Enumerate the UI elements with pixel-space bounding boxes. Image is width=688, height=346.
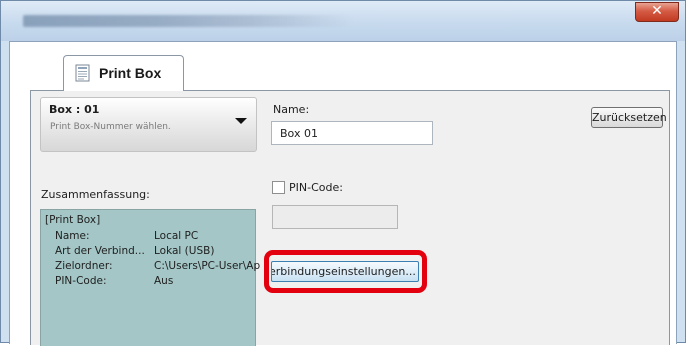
settings-panel: Box : 01 Print Box-Nummer wählen. Name: … bbox=[30, 90, 670, 346]
title-bar[interactable]: ✕ bbox=[1, 1, 685, 41]
dropdown-arrow-icon[interactable] bbox=[235, 118, 247, 124]
client-area: Print Box Box : 01 Print Box-Nummer wähl… bbox=[9, 41, 677, 346]
print-box-icon bbox=[75, 64, 90, 82]
box-number-hint: Print Box-Nummer wählen. bbox=[50, 122, 171, 132]
pin-code-input[interactable] bbox=[272, 205, 398, 229]
box-number-value: Box : 01 bbox=[49, 103, 100, 116]
summary-row-value: Local PC bbox=[154, 230, 199, 242]
name-label: Name: bbox=[273, 103, 310, 116]
summary-row-value: Lokal (USB) bbox=[154, 245, 215, 257]
reset-button[interactable]: Zurücksetzen bbox=[591, 107, 667, 128]
blurred-title bbox=[23, 15, 353, 27]
close-button[interactable]: ✕ bbox=[635, 2, 679, 22]
summary-row-key: Name: bbox=[55, 230, 90, 242]
summary-row-key: Zielordner: bbox=[55, 260, 113, 272]
pin-code-label[interactable]: PIN-Code: bbox=[289, 181, 343, 194]
summary-row-key: PIN-Code: bbox=[55, 275, 107, 287]
summary-row-value: C:\Users\PC-User\Ap bbox=[154, 260, 261, 272]
close-icon[interactable]: ✕ bbox=[651, 3, 663, 19]
tab-label: Print Box bbox=[99, 65, 162, 81]
dialog-window: ✕ Print Box Box : 01 Print Box-Nummer wä… bbox=[0, 0, 686, 346]
summary-label: Zusammenfassung: bbox=[41, 188, 150, 201]
highlight-annotation bbox=[264, 250, 427, 293]
summary-row-key: Art der Verbind... bbox=[55, 245, 145, 257]
box-number-dropdown[interactable]: Box : 01 Print Box-Nummer wählen. bbox=[40, 97, 257, 152]
summary-box: [Print Box] Name: Local PC Art der Verbi… bbox=[40, 209, 260, 346]
tab-print-box[interactable]: Print Box bbox=[63, 55, 184, 91]
name-input[interactable]: Box 01 bbox=[271, 121, 433, 145]
pin-code-checkbox[interactable] bbox=[272, 181, 285, 194]
summary-heading: [Print Box] bbox=[45, 214, 101, 226]
summary-row-value: Aus bbox=[154, 275, 174, 287]
